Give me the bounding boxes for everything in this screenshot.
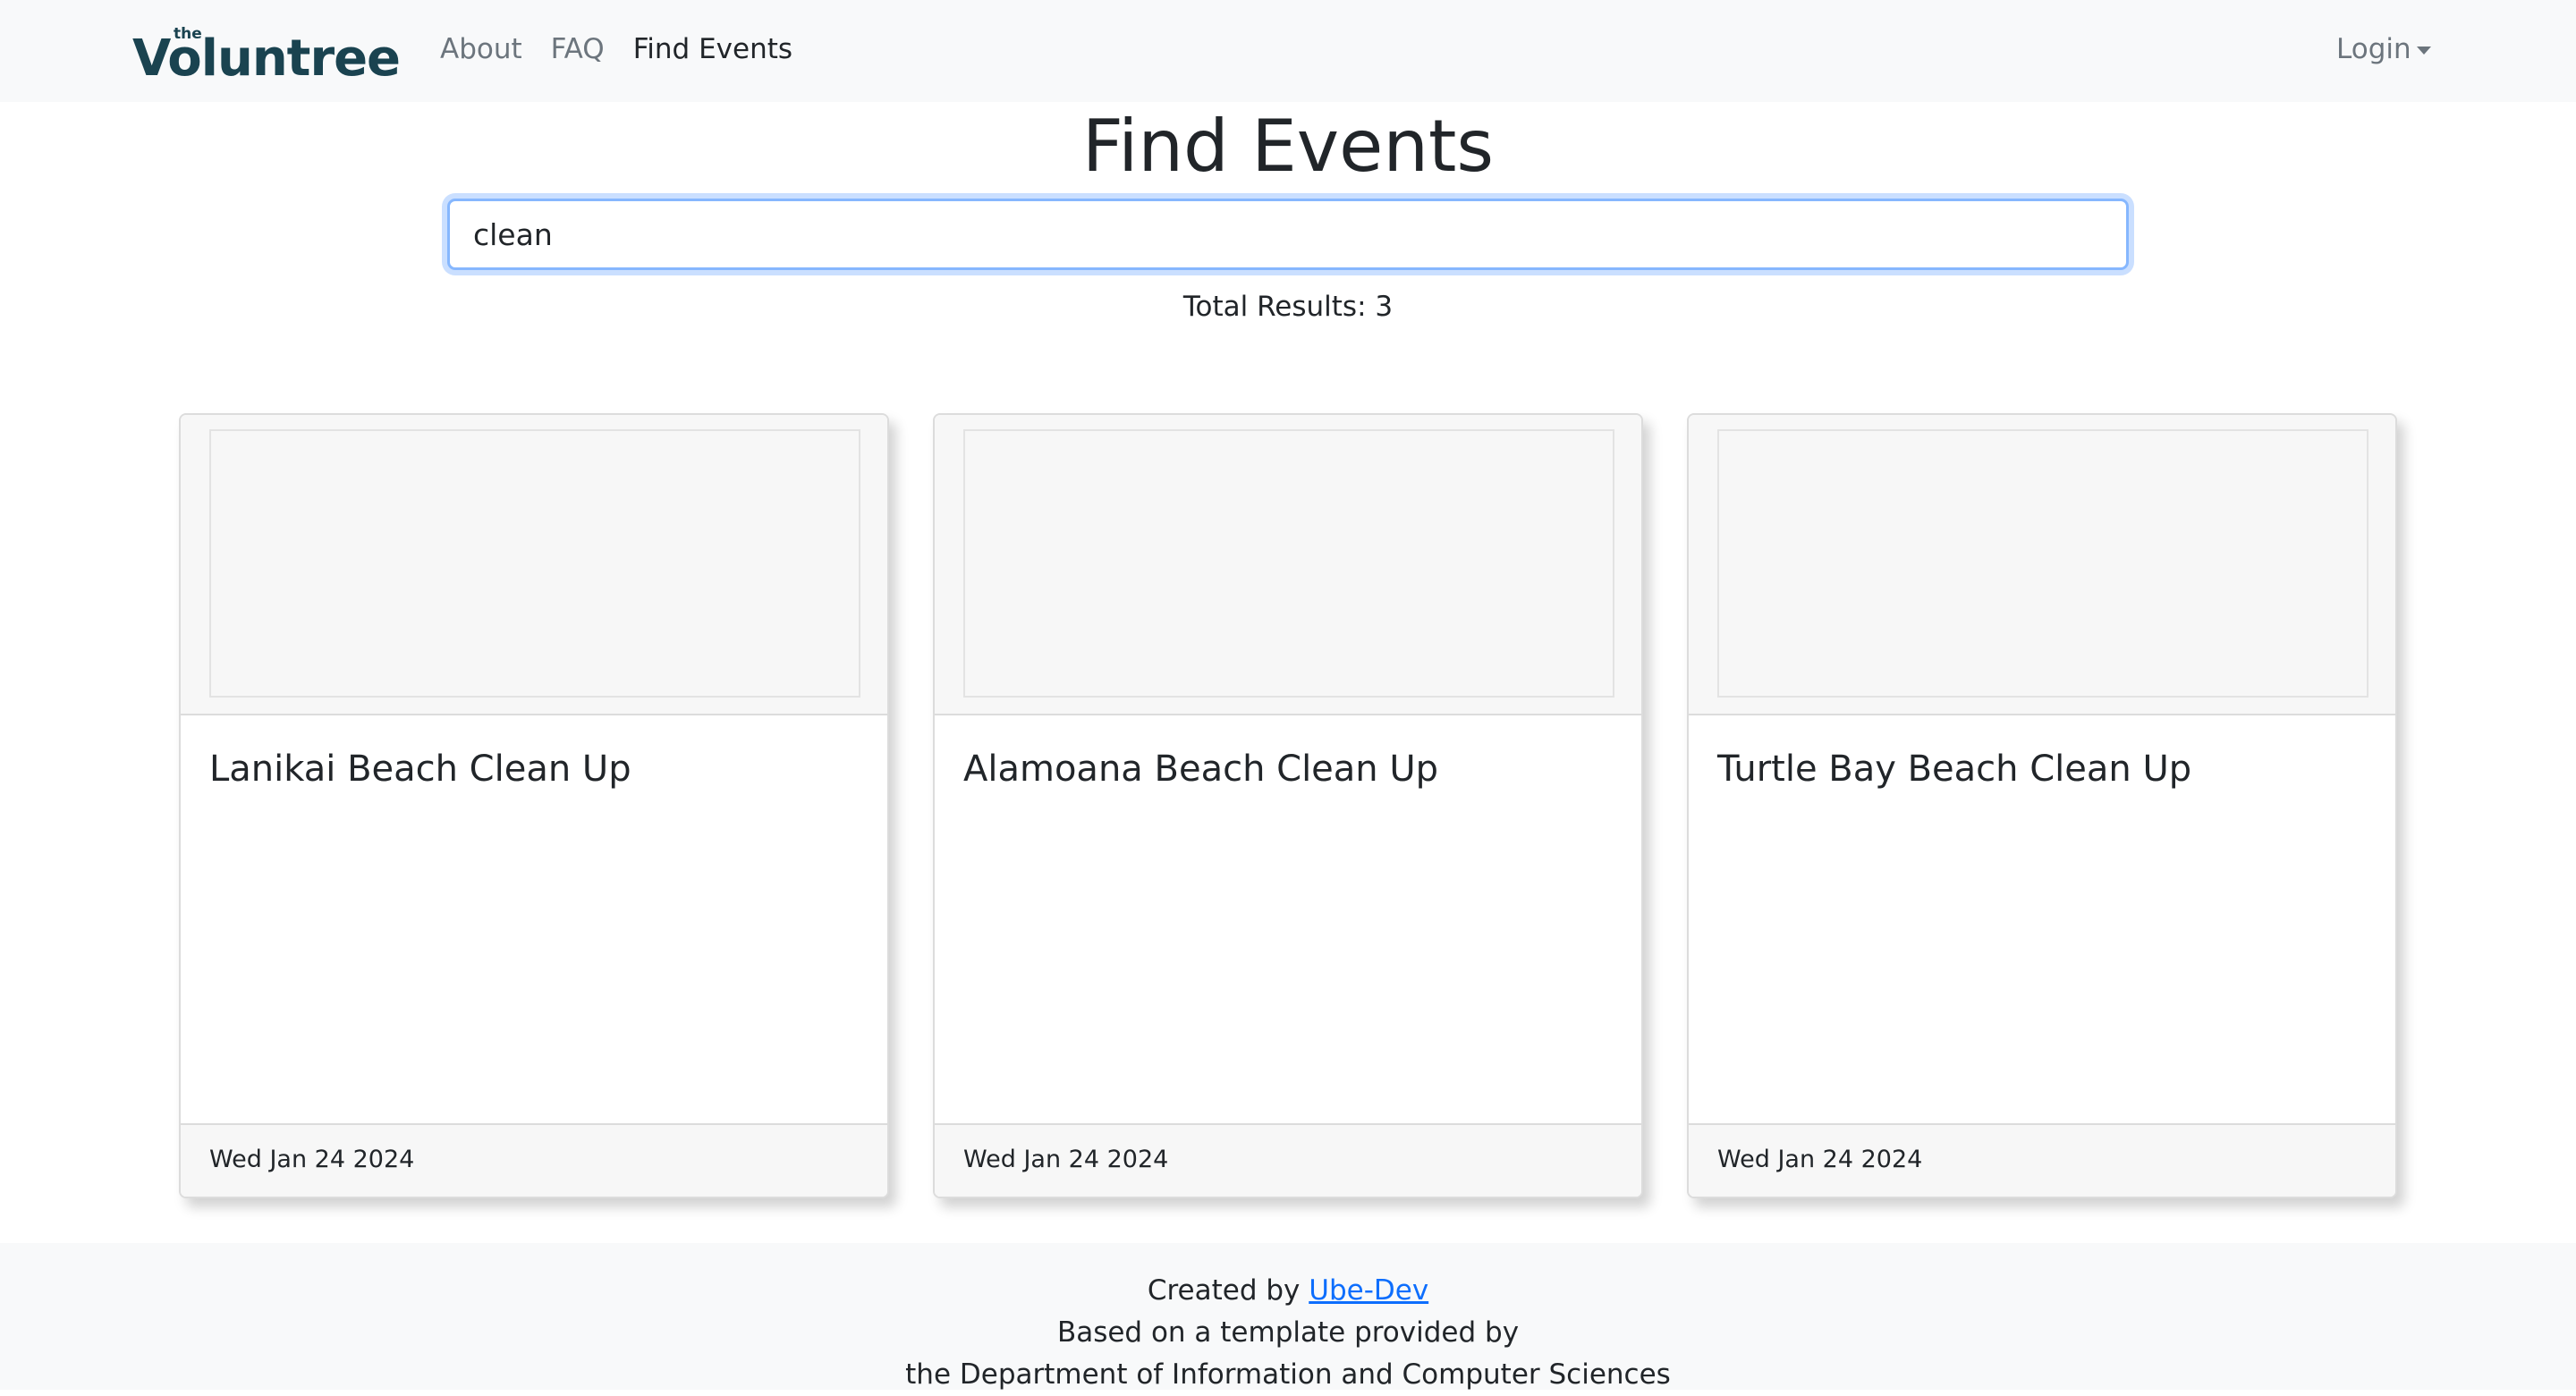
- event-date: Wed Jan 24 2024: [209, 1146, 415, 1173]
- footer-template-line: Based on a template provided by: [1056, 1316, 1520, 1349]
- search-input[interactable]: [450, 201, 2126, 267]
- event-card-header: [181, 415, 887, 715]
- event-card-footer: Wed Jan 24 2024: [181, 1123, 887, 1197]
- event-image-placeholder: [209, 429, 860, 698]
- event-card-header: [935, 415, 1641, 715]
- event-card-header: [1689, 415, 2395, 715]
- login-dropdown[interactable]: Login: [2336, 30, 2431, 68]
- caret-down-icon: [2416, 46, 2431, 55]
- page-title: Find Events: [1081, 105, 1495, 188]
- event-date: Wed Jan 24 2024: [963, 1146, 1169, 1173]
- login-label: Login: [2336, 33, 2411, 65]
- navbar: the Voluntree About FAQ Find Events Logi…: [0, 0, 2576, 102]
- nav-links: About FAQ Find Events: [440, 30, 792, 68]
- event-image-placeholder: [1717, 429, 2368, 698]
- nav-link-faq[interactable]: FAQ: [551, 30, 605, 68]
- page-footer: Created by Ube-Dev Based on a template p…: [0, 1243, 2576, 1391]
- event-card-footer: Wed Jan 24 2024: [1689, 1123, 2395, 1197]
- brand-logo[interactable]: the Voluntree: [132, 25, 401, 84]
- event-image-placeholder: [963, 429, 1614, 698]
- event-card[interactable]: Alamoana Beach Clean Up Wed Jan 24 2024: [933, 413, 1643, 1198]
- event-card[interactable]: Lanikai Beach Clean Up Wed Jan 24 2024: [179, 413, 889, 1198]
- event-title[interactable]: Turtle Bay Beach Clean Up: [1717, 742, 2191, 796]
- event-title[interactable]: Lanikai Beach Clean Up: [209, 742, 631, 796]
- event-card-footer: Wed Jan 24 2024: [935, 1123, 1641, 1197]
- brand-name: Voluntree: [132, 30, 401, 88]
- event-card[interactable]: Turtle Bay Beach Clean Up Wed Jan 24 202…: [1687, 413, 2397, 1198]
- footer-created-by: Created by: [1147, 1274, 1301, 1307]
- total-results: Total Results: 3: [1182, 291, 1394, 323]
- nav-link-find-events[interactable]: Find Events: [633, 30, 792, 68]
- footer-author-link[interactable]: Ube-Dev: [1309, 1274, 1428, 1307]
- nav-link-about[interactable]: About: [440, 30, 522, 68]
- search-box: [447, 199, 2129, 270]
- event-date: Wed Jan 24 2024: [1717, 1146, 1923, 1173]
- footer-created-by-line: Created by Ube-Dev: [0, 1243, 2576, 1312]
- event-title[interactable]: Alamoana Beach Clean Up: [963, 742, 1438, 796]
